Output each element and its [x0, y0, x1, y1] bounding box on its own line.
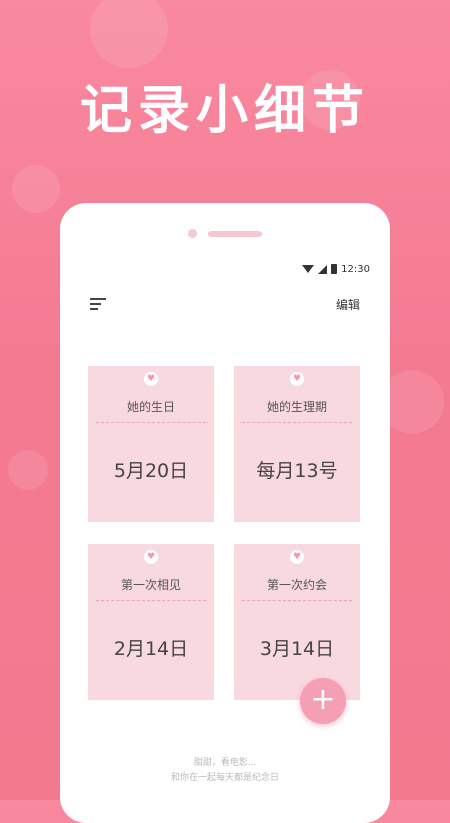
wifi-icon: [302, 265, 315, 273]
card-divider: [96, 600, 206, 601]
card-title: 第一次相见: [120, 578, 181, 592]
decor-bubble: [8, 450, 48, 490]
menu-icon[interactable]: [90, 298, 106, 313]
edit-button[interactable]: 编辑: [336, 296, 360, 313]
card-date: 5月20日: [113, 460, 189, 482]
heart-badge-icon: ♥: [144, 372, 158, 386]
decor-bubble: [90, 0, 168, 68]
promo-headline: 记录小细节: [79, 81, 370, 141]
anniversary-card[interactable]: ♥ 第一次约会 3月14日: [234, 544, 360, 700]
phone-speaker: [208, 231, 262, 237]
heart-badge-icon: ♥: [290, 372, 304, 386]
heart-badge-icon: ♥: [290, 550, 304, 564]
card-date: 3月14日: [259, 638, 335, 660]
anniversary-card[interactable]: ♥ 第一次相见 2月14日: [88, 544, 214, 700]
card-title: 她的生理期: [266, 400, 327, 414]
card-title: 第一次约会: [266, 578, 327, 592]
card-divider: [242, 422, 352, 423]
phone-camera: [188, 229, 197, 238]
anniversary-card[interactable]: ♥ 她的生理期 每月13号: [234, 366, 360, 522]
app-screen: 12:30 编辑 ♥ 她的生日 5月20日 ♥ 她的生理期 每月13号 ♥ 第一…: [72, 258, 378, 800]
status-bar: 12:30: [302, 258, 370, 280]
card-divider: [242, 600, 352, 601]
signal-icon: [318, 264, 328, 274]
card-date: 每月13号: [256, 460, 338, 482]
heart-badge-icon: ♥: [144, 550, 158, 564]
decor-bubble: [12, 165, 60, 213]
anniversary-card[interactable]: ♥ 她的生日 5月20日: [88, 366, 214, 522]
card-date: 2月14日: [113, 638, 189, 660]
card-divider: [96, 422, 206, 423]
card-title: 她的生日: [126, 400, 175, 414]
footer-tagline: 甜甜，看电影...: [193, 758, 257, 768]
battery-icon: [331, 264, 338, 274]
footer-tagline: 和你在一起每天都是纪念日: [170, 773, 279, 783]
add-button[interactable]: +: [300, 678, 346, 724]
status-time: 12:30: [341, 263, 370, 275]
